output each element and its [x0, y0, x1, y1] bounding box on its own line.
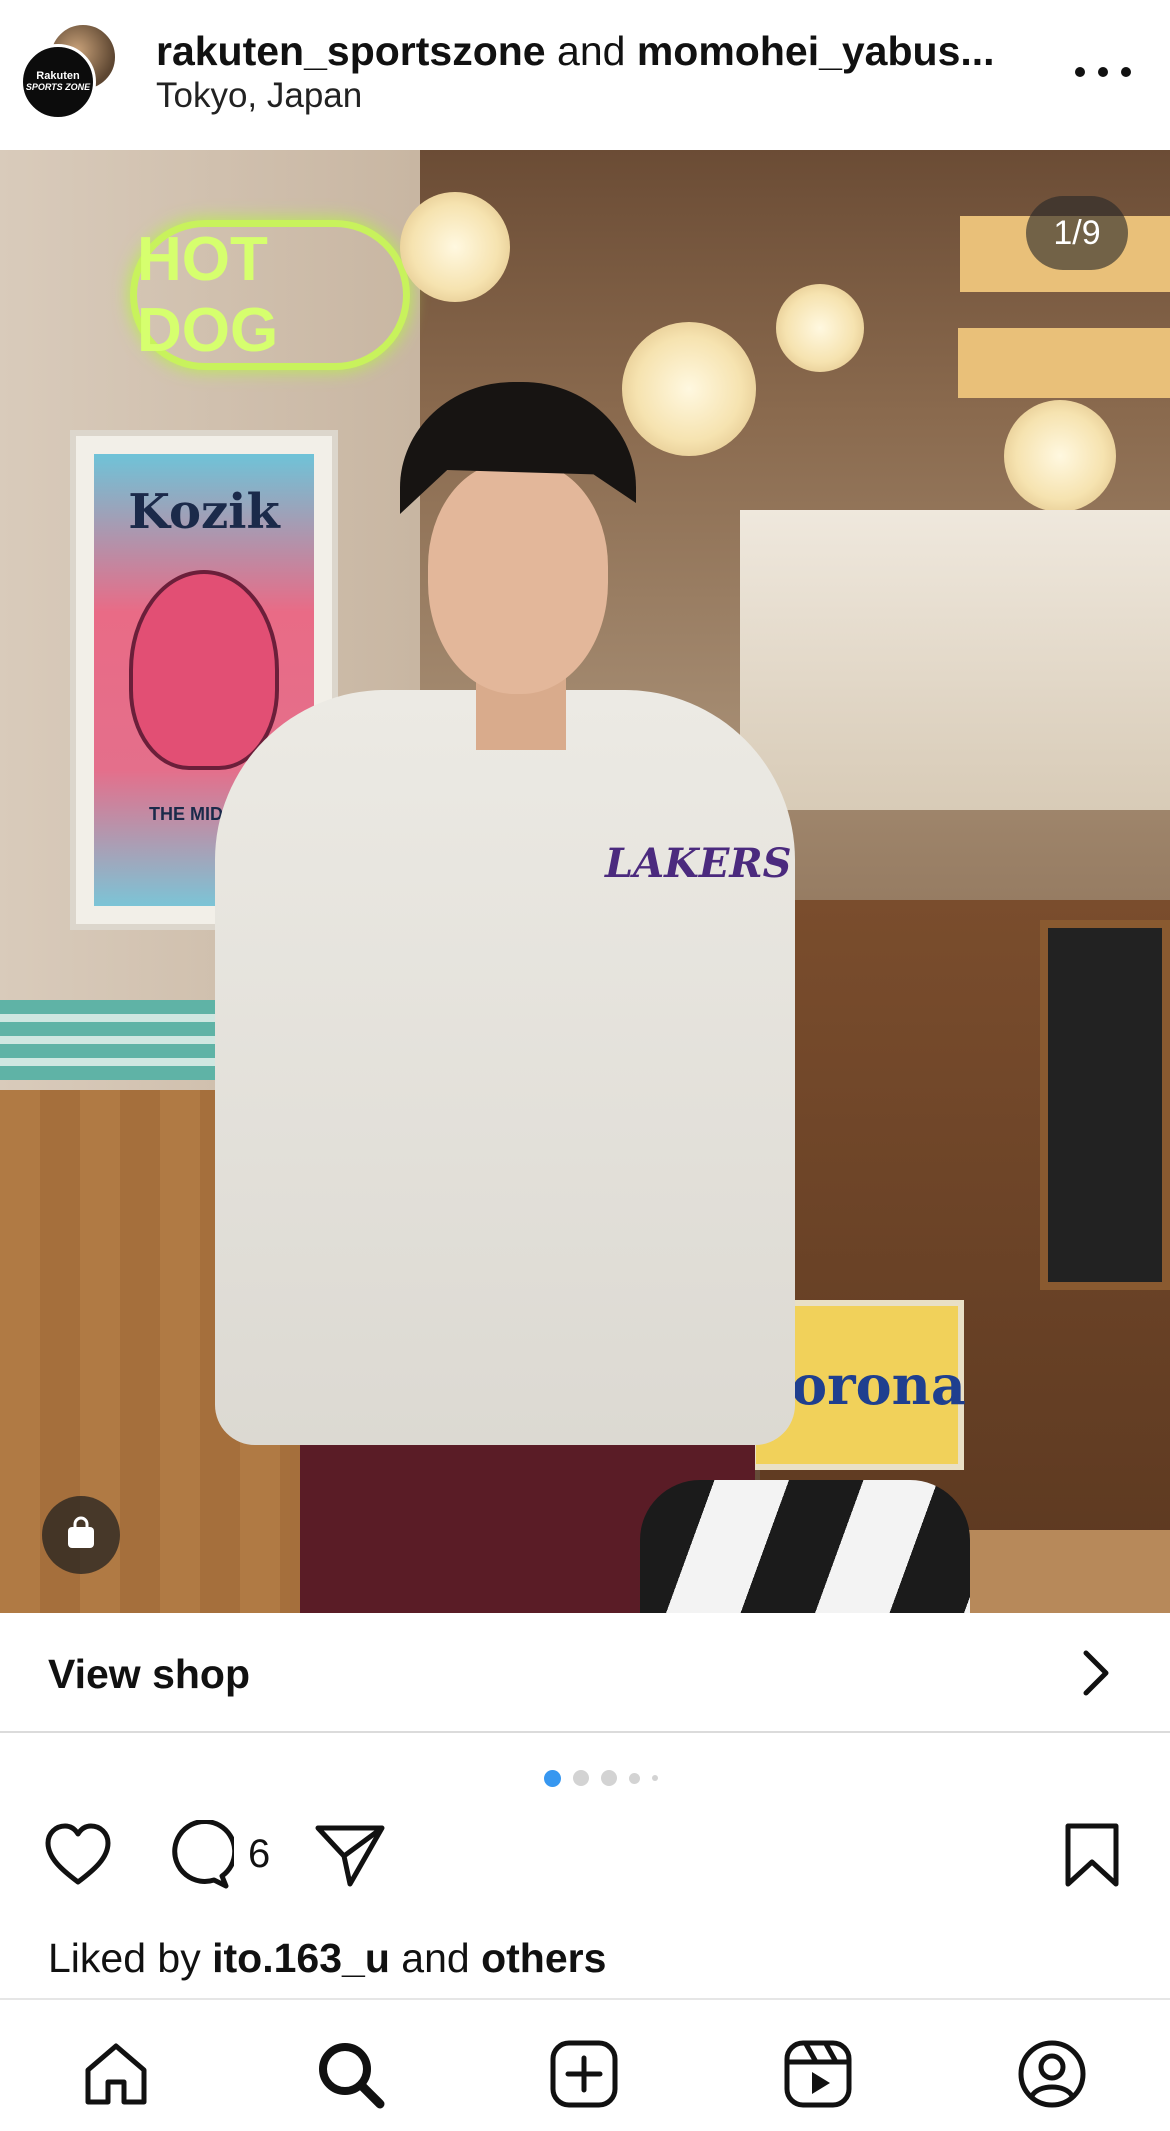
send-icon[interactable] — [314, 1820, 386, 1897]
home-icon[interactable] — [78, 2036, 154, 2112]
liked-by-user[interactable]: ito.163_u — [212, 1935, 390, 1981]
liked-by-others[interactable]: others — [481, 1935, 606, 1981]
reels-icon[interactable] — [780, 2036, 856, 2112]
person-sweater — [215, 690, 795, 1445]
carousel-dot — [652, 1775, 658, 1781]
more-options-button[interactable] — [1075, 52, 1131, 92]
avatar-text-line1: Rakuten — [36, 70, 80, 82]
poster-bunny — [129, 570, 279, 770]
sweater-logo: LAKERS — [605, 840, 792, 887]
pendant-lamp — [1004, 400, 1116, 512]
carousel-dot — [629, 1772, 640, 1784]
author-link-1[interactable]: rakuten_sportszone — [156, 28, 546, 74]
back-shelf — [740, 510, 1170, 810]
striped-chair — [640, 1480, 970, 1613]
carousel-dot — [573, 1770, 589, 1786]
liked-by-joiner: and — [401, 1935, 470, 1981]
view-shop-label: View shop — [48, 1651, 251, 1697]
plus-square-icon[interactable] — [546, 2036, 622, 2112]
dot — [1075, 67, 1085, 77]
poster-title: Kozik — [128, 484, 280, 540]
comment-icon[interactable] — [162, 1818, 238, 1897]
shopping-tag-button[interactable] — [42, 1496, 120, 1574]
post-location[interactable]: Tokyo, Japan — [156, 74, 362, 118]
dot — [1121, 67, 1131, 77]
shopping-bag-icon — [65, 1516, 97, 1555]
photo-counter: 1/9 — [1026, 196, 1128, 270]
photo-teal-strip — [0, 1000, 230, 1080]
carousel-dot — [601, 1770, 617, 1786]
authors-joiner: and — [557, 28, 626, 74]
post-authors: rakuten_sportszone and momohei_yabus... — [156, 26, 1036, 76]
liked-by-prefix: Liked by — [48, 1935, 201, 1981]
post-photo[interactable]: HOT DOG Kozik THE MIDDLE Corona LAKERS 1… — [0, 150, 1170, 1613]
view-shop-row[interactable]: View shop — [0, 1613, 1170, 1733]
pendant-lamp — [622, 322, 756, 456]
carousel-dot-active — [544, 1769, 561, 1787]
chevron-right-icon — [1078, 1647, 1114, 1704]
profile-icon[interactable] — [1014, 2036, 1090, 2112]
pendant-lamp — [400, 192, 510, 302]
avatar-text-line2: SPORTS ZONE — [25, 82, 91, 92]
bookmark-icon[interactable] — [1060, 1820, 1124, 1897]
collab-avatars[interactable]: Rakuten SPORTS ZONE — [20, 22, 120, 122]
comment-count: 6 — [248, 1832, 271, 1876]
neon-sign: HOT DOG — [130, 220, 410, 370]
person-face — [428, 462, 608, 694]
liked-by: Liked by ito.163_u and others — [48, 1933, 606, 1983]
chalkboard — [1040, 920, 1170, 1290]
carousel-indicator — [544, 1769, 658, 1787]
search-icon[interactable] — [312, 2036, 388, 2112]
menu-sign — [958, 328, 1170, 398]
bottom-nav — [0, 1998, 1170, 2131]
pendant-lamp — [776, 284, 864, 372]
author-link-2[interactable]: momohei_yabus... — [637, 28, 995, 74]
avatar-rakuten-sportszone[interactable]: Rakuten SPORTS ZONE — [20, 44, 96, 120]
post-actions: 6 — [0, 1818, 1170, 1900]
post-header: Rakuten SPORTS ZONE rakuten_sportszone a… — [0, 0, 1170, 150]
heart-icon[interactable] — [42, 1820, 114, 1895]
dot — [1098, 67, 1108, 77]
